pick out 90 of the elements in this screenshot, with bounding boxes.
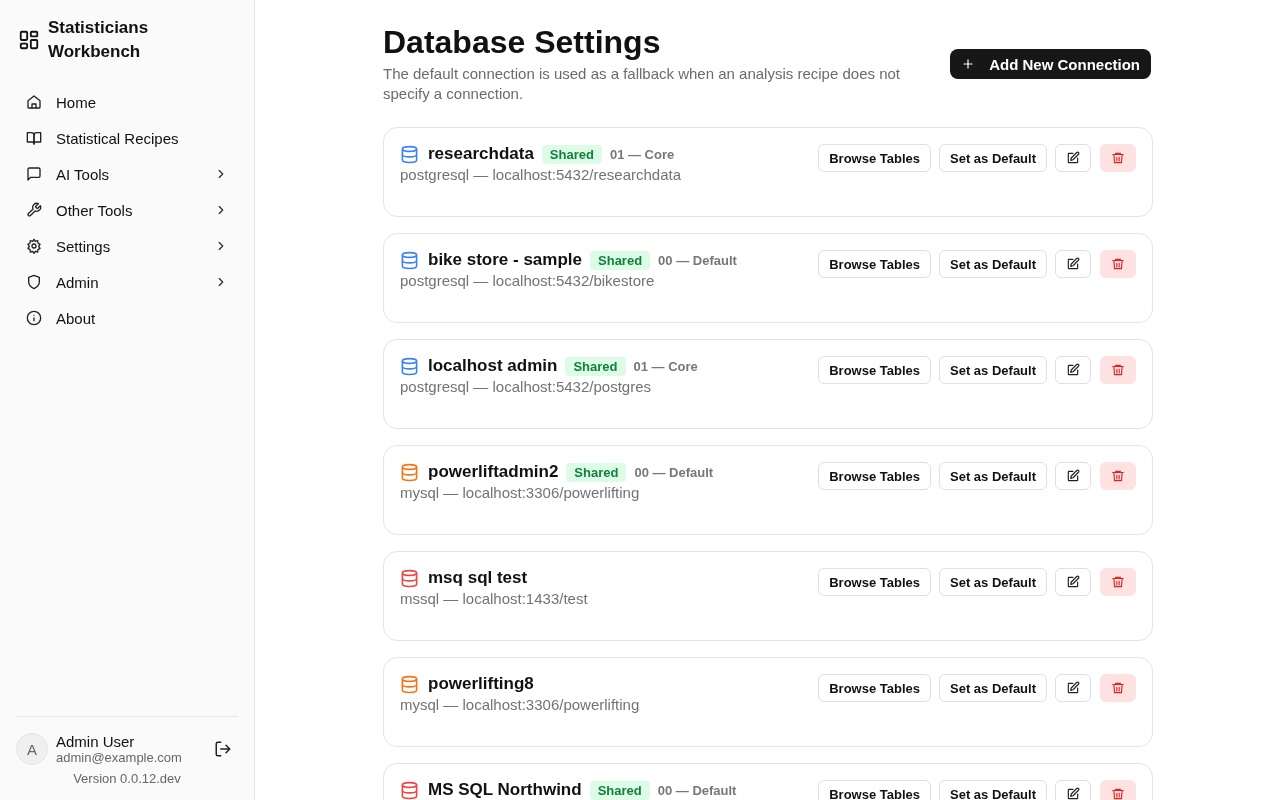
browse-tables-button[interactable]: Browse Tables	[818, 144, 931, 172]
sidebar-item[interactable]: Other Tools	[16, 194, 238, 226]
edit-icon	[1066, 469, 1080, 483]
delete-button[interactable]	[1100, 462, 1136, 490]
chat-icon	[26, 166, 42, 182]
sidebar-item[interactable]: Admin	[16, 266, 238, 298]
page-title: Database Settings	[383, 23, 662, 62]
browse-tables-button[interactable]: Browse Tables	[818, 356, 931, 384]
trash-icon	[1111, 787, 1125, 800]
connection-name: powerlifting8	[428, 674, 534, 694]
connection-name: powerliftadmin2	[428, 462, 559, 482]
sidebar-item[interactable]: About	[16, 302, 238, 334]
edit-icon	[1066, 681, 1080, 695]
user-email: admin@example.com	[56, 750, 183, 765]
connection-meta: 00 — Default	[634, 464, 714, 480]
sidebar-item[interactable]: AI Tools	[16, 158, 238, 190]
delete-button[interactable]	[1100, 144, 1136, 172]
connection-name: bike store - sample	[428, 250, 582, 270]
delete-button[interactable]	[1100, 674, 1136, 702]
trash-icon	[1111, 575, 1125, 589]
connection-url: postgresql — localhost:5432/bikestore	[400, 272, 656, 289]
wrench-icon	[26, 202, 42, 218]
info-icon	[26, 310, 42, 326]
set-default-button[interactable]: Set as Default	[939, 780, 1047, 800]
trash-icon	[1111, 257, 1125, 271]
edit-icon	[1066, 363, 1080, 377]
browse-tables-button[interactable]: Browse Tables	[818, 250, 931, 278]
home-icon	[26, 94, 42, 110]
trash-icon	[1111, 469, 1125, 483]
connection-url: postgresql — localhost:5432/postgres	[400, 378, 652, 395]
book-icon	[26, 130, 42, 146]
sidebar-item[interactable]: Statistical Recipes	[16, 122, 238, 154]
trash-icon	[1111, 681, 1125, 695]
set-default-button[interactable]: Set as Default	[939, 250, 1047, 278]
edit-icon	[1066, 257, 1080, 271]
browse-tables-button[interactable]: Browse Tables	[818, 462, 931, 490]
delete-button[interactable]	[1100, 250, 1136, 278]
trash-icon	[1111, 151, 1125, 165]
connection-name: localhost admin	[428, 356, 558, 376]
settings-icon	[26, 238, 42, 254]
logout-icon[interactable]	[214, 740, 232, 758]
set-default-button[interactable]: Set as Default	[939, 674, 1047, 702]
connection-url: mssql — localhost:1433/test	[400, 590, 588, 607]
connection-url: mysql — localhost:3306/powerlifting	[400, 696, 640, 713]
page-description: The default connection is used as a fallback when an analysis recipe does not specify a connection.	[383, 64, 901, 104]
delete-button[interactable]	[1100, 568, 1136, 596]
connection-name: researchdata	[428, 144, 534, 164]
connection-meta: 00 — Default	[657, 782, 737, 798]
shared-badge: Shared	[590, 250, 651, 270]
grid-icon	[18, 29, 40, 51]
set-default-button[interactable]: Set as Default	[939, 462, 1047, 490]
sidebar-item[interactable]: Home	[16, 86, 238, 118]
edit-button[interactable]	[1055, 780, 1091, 800]
connection-meta: 00 — Default	[658, 252, 737, 268]
sidebar-item[interactable]: Settings	[16, 230, 238, 262]
shield-icon	[26, 274, 42, 290]
edit-icon	[1066, 575, 1080, 589]
set-default-button[interactable]: Set as Default	[939, 356, 1047, 384]
shared-badge: Shared	[589, 780, 650, 800]
connection-url: mysql — localhost:3306/powerlifting	[400, 484, 641, 501]
shared-badge: Shared	[541, 144, 602, 164]
shared-badge: Shared	[566, 462, 627, 482]
connection-meta: 01 — Core	[633, 358, 698, 374]
browse-tables-button[interactable]: Browse Tables	[818, 568, 931, 596]
user-name: Admin User	[56, 733, 136, 750]
add-connection-button[interactable]: Add New Connection	[950, 49, 1151, 79]
connection-url: postgresql — localhost:5432/researchdata	[400, 166, 681, 183]
trash-icon	[1111, 363, 1125, 377]
avatar: A	[16, 733, 48, 765]
edit-button[interactable]	[1055, 250, 1091, 278]
browse-tables-button[interactable]: Browse Tables	[818, 674, 931, 702]
set-default-button[interactable]: Set as Default	[939, 568, 1047, 596]
edit-button[interactable]	[1055, 356, 1091, 384]
plus-icon	[961, 57, 976, 71]
edit-icon	[1066, 787, 1080, 800]
delete-button[interactable]	[1100, 356, 1136, 384]
edit-button[interactable]	[1055, 462, 1091, 490]
edit-button[interactable]	[1055, 674, 1091, 702]
version-text: Version 0.0.12.dev	[73, 771, 181, 786]
delete-button[interactable]	[1100, 780, 1136, 800]
shared-badge: Shared	[565, 356, 626, 376]
connection-name: msq sql test	[428, 568, 528, 588]
edit-icon	[1066, 151, 1080, 165]
edit-button[interactable]	[1055, 568, 1091, 596]
edit-button[interactable]	[1055, 144, 1091, 172]
connection-name: MS SQL Northwind	[428, 780, 582, 800]
browse-tables-button[interactable]: Browse Tables	[818, 780, 931, 800]
app-title: Statisticians Workbench	[48, 17, 150, 63]
set-default-button[interactable]: Set as Default	[939, 144, 1047, 172]
connection-meta: 01 — Core	[609, 146, 675, 162]
